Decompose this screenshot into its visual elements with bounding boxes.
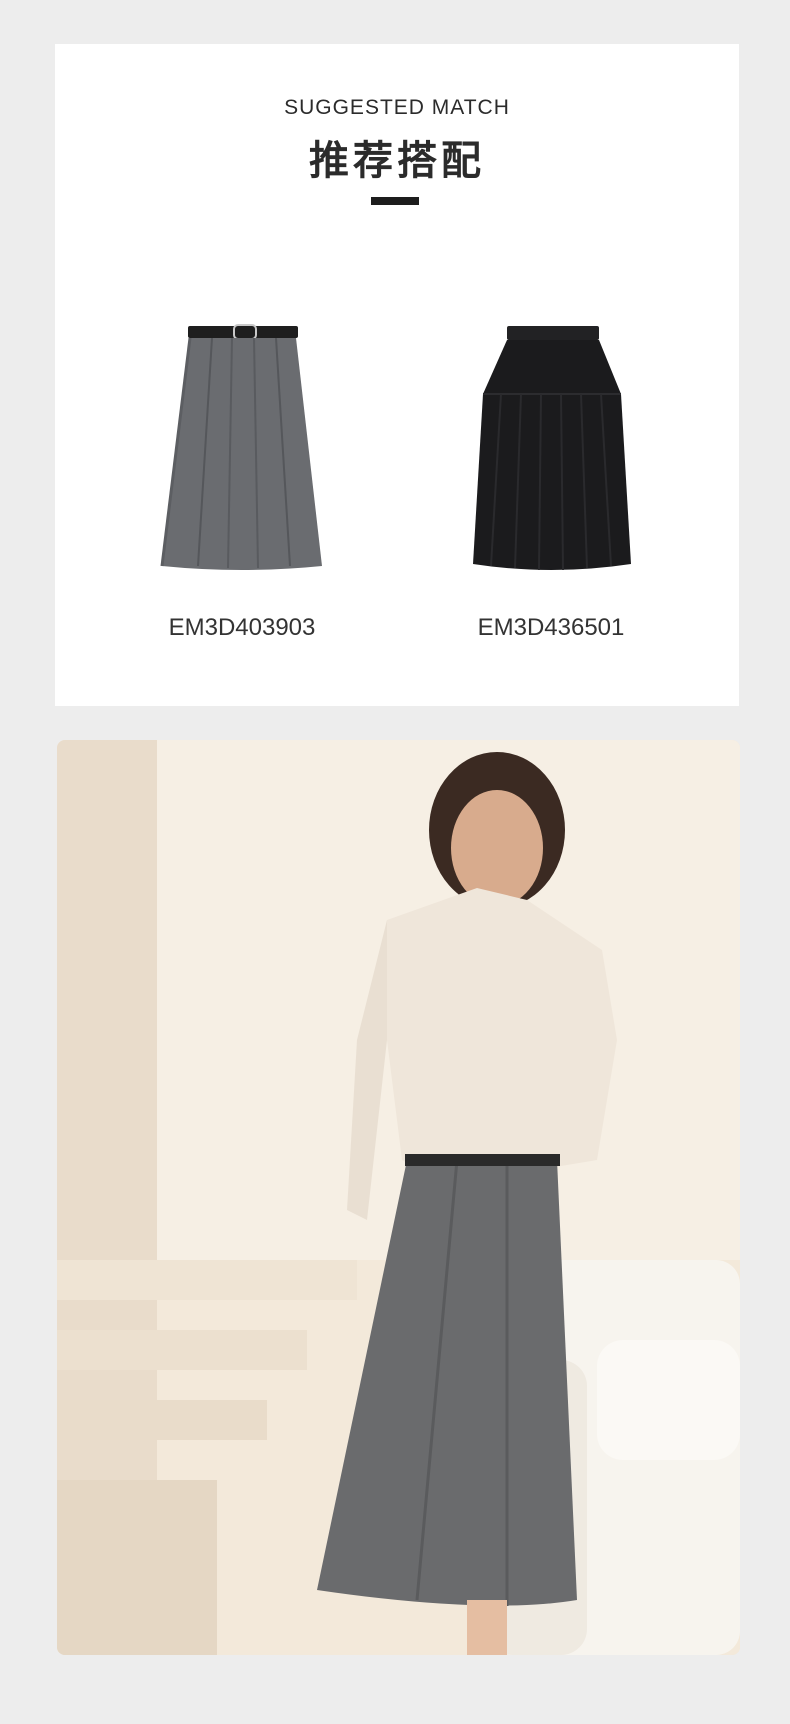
product-code[interactable]: EM3D403903 xyxy=(122,614,362,642)
headline-divider xyxy=(371,197,419,205)
section-headline: 推荐搭配 xyxy=(309,139,485,183)
suggested-match-card: SUGGESTED MATCH 推荐搭配 EM3D403903 EM3D4365… xyxy=(55,44,739,706)
lifestyle-photo xyxy=(57,740,740,1655)
product-code[interactable]: EM3D436501 xyxy=(431,614,671,642)
section-eyebrow: SUGGESTED MATCH xyxy=(284,96,510,119)
product-image-grey-skirt[interactable] xyxy=(122,274,362,584)
product-image-black-skirt[interactable] xyxy=(431,274,671,584)
